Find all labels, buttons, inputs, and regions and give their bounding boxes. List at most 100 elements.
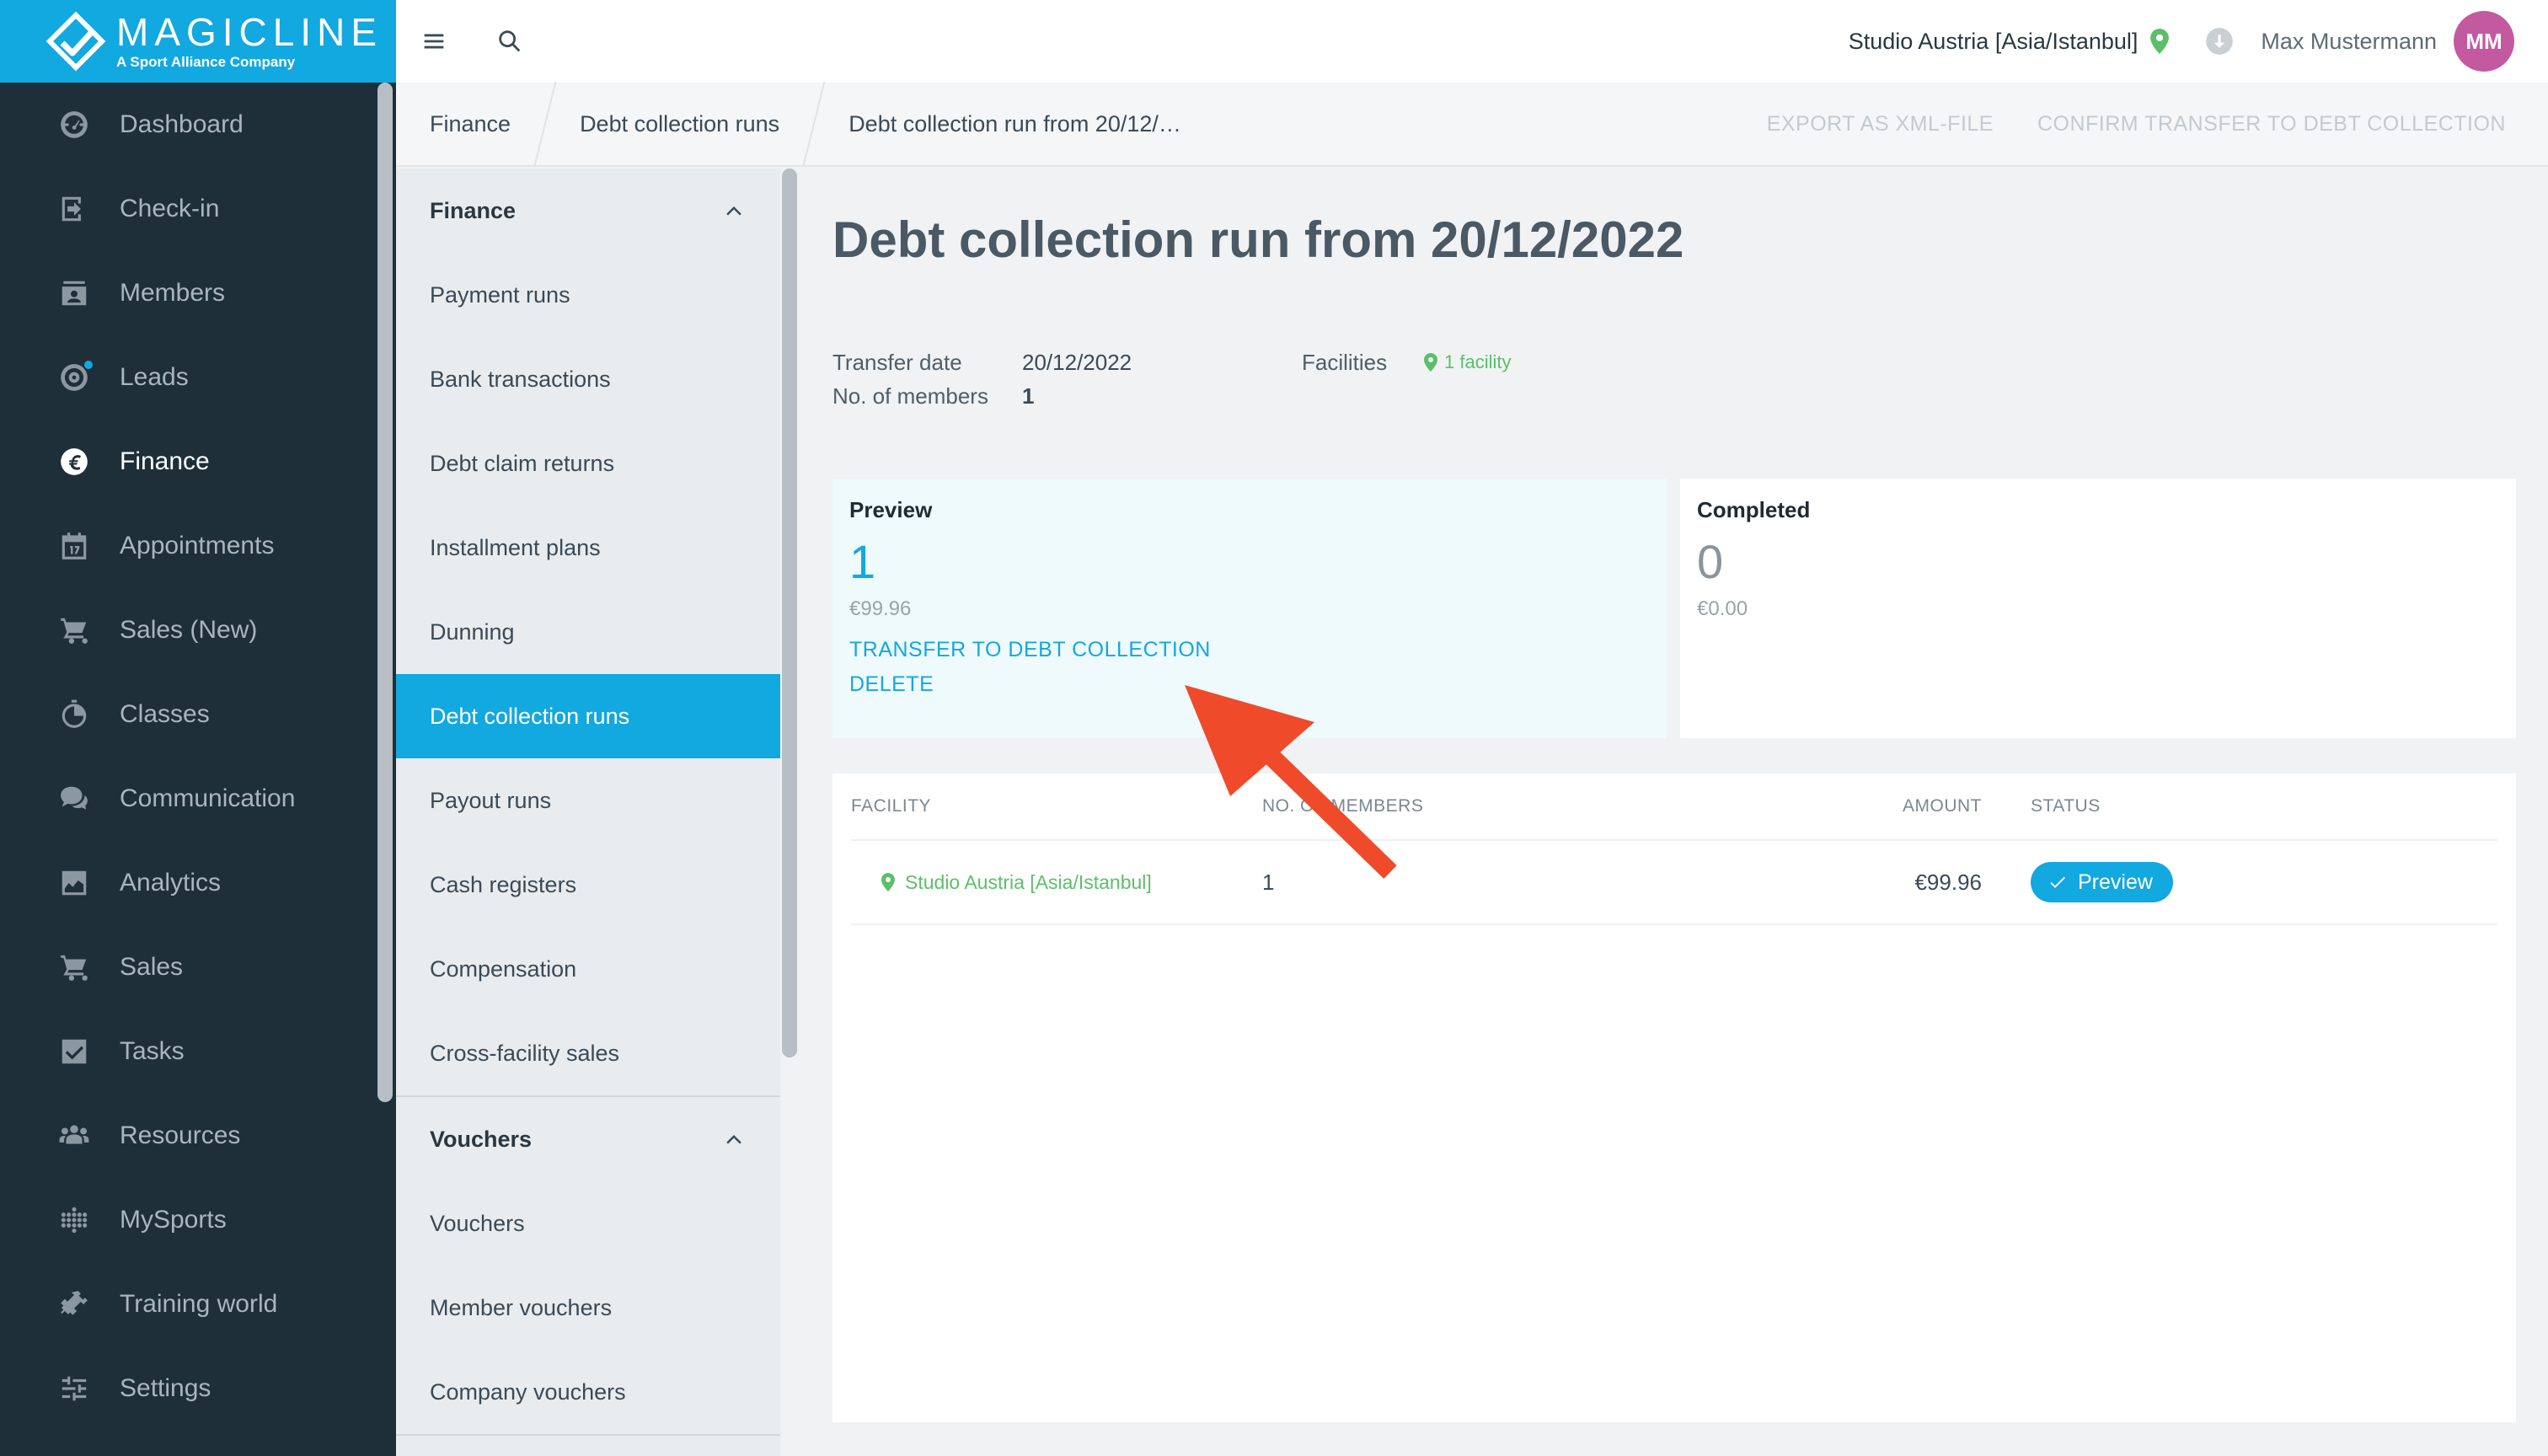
main-sidebar: MAGICLINE A Sport Alliance Company Dashb… — [0, 0, 396, 1456]
notification-dot — [83, 359, 94, 371]
transfer-to-debt-collection-link[interactable]: TRANSFER TO DEBT COLLECTION — [849, 638, 1650, 662]
subnav-item-member-vouchers[interactable]: Member vouchers — [396, 1266, 780, 1350]
nav-label: Dashboard — [120, 110, 244, 138]
nav-item-dashboard[interactable]: Dashboard — [0, 83, 396, 167]
subnav-item-installment-plans[interactable]: Installment plans — [396, 506, 780, 590]
location-pin-icon — [881, 873, 895, 891]
sidebar-scrollbar[interactable] — [377, 83, 393, 1102]
nav-item-communication[interactable]: Communication — [0, 757, 396, 841]
chat-icon — [57, 782, 91, 816]
nav-label: Leads — [120, 363, 189, 391]
nav-label: Settings — [120, 1374, 211, 1402]
subnav-item-compensation[interactable]: Compensation — [396, 927, 780, 1011]
table-row[interactable]: Studio Austria [Asia/Istanbul] 1 €99.96 … — [851, 841, 2497, 925]
search-button[interactable] — [472, 0, 548, 83]
subnav-item-payment-runs[interactable]: Payment runs — [396, 253, 780, 337]
dots-grid-icon — [57, 1203, 91, 1237]
amount-cell: €99.96 — [1914, 869, 1982, 895]
nav-label: MySports — [120, 1206, 227, 1234]
subnav-item-payout-runs[interactable]: Payout runs — [396, 758, 780, 843]
location-pin-icon — [1424, 353, 1437, 372]
preview-count: 1 — [849, 535, 876, 588]
page-title: Debt collection run from 20/12/2022 — [832, 211, 1684, 268]
checkmark-icon — [2050, 876, 2065, 888]
breadcrumb: Finance Debt collection runs Debt collec… — [396, 82, 2548, 167]
brand-tagline: A Sport Alliance Company — [116, 54, 296, 70]
preview-title: Preview — [849, 497, 933, 522]
nav-item-sales-new[interactable]: Sales (New) — [0, 588, 396, 672]
facilities-link[interactable]: 1 facility — [1424, 345, 1511, 379]
nav-item-sales[interactable]: Sales — [0, 925, 396, 1009]
subnav-item-bank-transactions[interactable]: Bank transactions — [396, 337, 780, 421]
members-label: No. of members — [832, 383, 988, 409]
nav-item-finance[interactable]: Finance — [0, 420, 396, 504]
facility-link[interactable]: Studio Austria [Asia/Istanbul] — [851, 871, 1262, 894]
checkbox-icon — [57, 1035, 91, 1068]
subnav-item-debt-claim-returns[interactable]: Debt claim returns — [396, 421, 780, 506]
subnav-section-finance[interactable]: Finance — [396, 169, 780, 253]
studio-selector[interactable]: Studio Austria [Asia/Istanbul] — [1849, 29, 2138, 55]
nav-item-tasks[interactable]: Tasks — [0, 1009, 396, 1094]
subnav-section-title: Vouchers — [430, 1126, 533, 1152]
nav-label: Analytics — [120, 869, 222, 897]
nav-item-resources[interactable]: Resources — [0, 1094, 396, 1178]
main-nav: Dashboard Check-in Members Leads Finance… — [0, 83, 396, 1431]
user-name[interactable]: Max Mustermann — [2261, 29, 2437, 55]
column-header-status[interactable]: STATUS — [1982, 796, 2101, 816]
nav-item-members[interactable]: Members — [0, 251, 396, 335]
nav-item-leads[interactable]: Leads — [0, 335, 396, 420]
nav-item-mysports[interactable]: MySports — [0, 1178, 396, 1262]
run-meta: Transfer date 20/12/2022 No. of members … — [832, 345, 1132, 413]
breadcrumb-current: Debt collection run from 20/12/… — [848, 110, 1181, 136]
nav-label: Sales (New) — [120, 616, 258, 644]
menu-button[interactable] — [396, 0, 472, 83]
confirm-transfer-button[interactable]: CONFIRM TRANSFER TO DEBT COLLECTION — [2037, 112, 2506, 136]
avatar[interactable]: MM — [2454, 11, 2514, 72]
chart-icon — [57, 866, 91, 900]
column-header-members[interactable]: NO. OF MEMBERS — [1262, 796, 1768, 816]
nav-item-training-world[interactable]: Training world — [0, 1262, 396, 1346]
nav-label: Members — [120, 279, 226, 307]
subnav-item-cash-registers[interactable]: Cash registers — [396, 843, 780, 927]
transfer-date-value: 20/12/2022 — [1022, 349, 1132, 375]
export-xml-button[interactable]: EXPORT AS XML-FILE — [1767, 112, 1994, 136]
magicline-logo-icon — [44, 9, 108, 73]
facility-table: FACILITY NO. OF MEMBERS AMOUNT STATUS St… — [832, 774, 2516, 1422]
nav-item-settings[interactable]: Settings — [0, 1346, 396, 1431]
subnav-section-vouchers[interactable]: Vouchers — [396, 1097, 780, 1181]
delete-link[interactable]: DELETE — [849, 672, 1650, 697]
completed-card: Completed 0 €0.00 — [1680, 479, 2516, 738]
hamburger-icon — [424, 34, 444, 49]
nav-item-check-in[interactable]: Check-in — [0, 167, 396, 251]
column-header-amount[interactable]: AMOUNT — [1768, 796, 1982, 816]
check-in-icon — [57, 192, 91, 226]
finance-subnav: Finance Payment runs Bank transactions D… — [396, 169, 780, 1456]
breadcrumb-debt-collection-runs[interactable]: Debt collection runs — [546, 82, 813, 166]
brand-name: MAGICLINE — [116, 10, 383, 54]
subnav-item-cross-facility-sales[interactable]: Cross-facility sales — [396, 1011, 780, 1095]
subnav-scrollbar[interactable] — [782, 169, 797, 1057]
subnav-item-dunning[interactable]: Dunning — [396, 590, 780, 674]
nav-item-analytics[interactable]: Analytics — [0, 841, 396, 925]
subnav-item-debt-collection-runs[interactable]: Debt collection runs — [396, 674, 780, 758]
brand-header[interactable]: MAGICLINE A Sport Alliance Company — [0, 0, 396, 83]
column-header-facility[interactable]: FACILITY — [851, 796, 1262, 816]
nav-label: Communication — [120, 784, 296, 812]
facility-name: Studio Austria [Asia/Istanbul] — [905, 870, 1152, 893]
euro-icon — [57, 445, 91, 479]
completed-count: 0 — [1697, 535, 1724, 588]
nav-item-appointments[interactable]: Appointments — [0, 504, 396, 588]
transfer-date-label: Transfer date — [832, 349, 962, 375]
subnav-item-company-vouchers[interactable]: Company vouchers — [396, 1350, 780, 1434]
preview-card: Preview 1 €99.96 TRANSFER TO DEBT COLLEC… — [832, 479, 1667, 738]
status-badge: Preview — [2031, 862, 2173, 902]
cart-icon — [57, 613, 91, 647]
status-label: Preview — [2078, 870, 2153, 894]
download-icon[interactable] — [2203, 25, 2235, 57]
nav-label: Classes — [120, 700, 210, 728]
table-header: FACILITY NO. OF MEMBERS AMOUNT STATUS — [851, 774, 2497, 841]
subnav-item-vouchers[interactable]: Vouchers — [396, 1181, 780, 1266]
subnav-divider — [396, 1434, 780, 1436]
nav-item-classes[interactable]: Classes — [0, 672, 396, 757]
breadcrumb-finance[interactable]: Finance — [396, 82, 544, 166]
